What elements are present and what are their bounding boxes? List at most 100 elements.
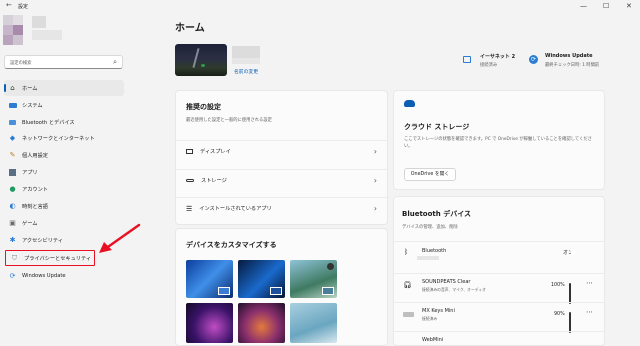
window-title: 設定 bbox=[18, 4, 29, 10]
privacy-shield-icon: ⛉ bbox=[11, 253, 18, 262]
title-bar: ← 設定 — ☐ ✕ bbox=[0, 0, 640, 14]
recommended-item-storage[interactable]: ストレージ › bbox=[176, 169, 387, 191]
device-name: WebMini bbox=[422, 337, 444, 343]
device-model-blurred bbox=[232, 58, 260, 64]
recommended-item-installed-apps[interactable]: ☰ インストールされているアプリ › bbox=[176, 197, 387, 219]
chevron-right-icon: › bbox=[373, 204, 377, 213]
device-name-blurred bbox=[232, 46, 260, 58]
more-options-icon[interactable]: ⋯ bbox=[586, 308, 593, 316]
rename-link[interactable]: 名前の変更 bbox=[234, 68, 258, 75]
sidebar-item-personalization[interactable]: ✎ 個人用設定 bbox=[4, 147, 124, 163]
device-status: 接続済みの音声、マイク、オーディオ bbox=[422, 287, 486, 292]
windows-update-status: 最終チェック日時: 1 時間前 bbox=[545, 63, 600, 68]
sidebar-item-label: アカウント bbox=[22, 186, 48, 193]
sidebar-item-label: ネットワークとインターネット bbox=[22, 135, 95, 142]
storage-icon bbox=[186, 179, 194, 182]
ethernet-status: 接続済み bbox=[480, 63, 498, 68]
bluetooth-subtitle: デバイスの管理、追加、削除 bbox=[402, 225, 458, 230]
bluetooth-name-blurred bbox=[417, 256, 439, 260]
sidebar-item-label: Bluetooth とデバイス bbox=[22, 119, 75, 126]
user-name-blurred bbox=[32, 16, 46, 28]
sidebar-item-label: 個人用設定 bbox=[22, 152, 48, 159]
sidebar-item-label: ホーム bbox=[22, 85, 38, 92]
bluetooth-devices-icon bbox=[8, 118, 17, 127]
bluetooth-devices-card: Bluetooth デバイス デバイスの管理、追加、削除 ᛒ Bluetooth… bbox=[393, 196, 605, 346]
red-arrow-annotation bbox=[99, 223, 141, 253]
sidebar-item-privacy[interactable]: ⛉ プライバシーとセキュリティ bbox=[5, 250, 95, 266]
recommended-item-display[interactable]: ディスプレイ › bbox=[176, 140, 387, 162]
bluetooth-title: Bluetooth デバイス bbox=[402, 210, 471, 218]
sidebar-item-home[interactable]: ⌂ ホーム bbox=[4, 80, 124, 96]
sidebar-item-network[interactable]: ◆ ネットワークとインターネット bbox=[4, 130, 124, 146]
sidebar-item-system[interactable]: システム bbox=[4, 97, 124, 113]
time-language-icon: ◐ bbox=[9, 202, 16, 210]
device-name: MX Keys Mini bbox=[422, 308, 455, 314]
search-box[interactable]: 設定の検索 ⌕ bbox=[4, 55, 123, 69]
back-arrow-icon[interactable]: ← bbox=[6, 1, 12, 9]
display-icon bbox=[186, 149, 193, 154]
windows-update-title: Windows Update bbox=[545, 53, 593, 59]
device-battery: 90% bbox=[554, 312, 565, 317]
sidebar-item-label: プライバシーとセキュリティ bbox=[24, 255, 92, 262]
ethernet-title: イーサネット 2 bbox=[480, 54, 516, 60]
headphones-icon: 🎧︎ bbox=[403, 281, 412, 289]
keyboard-icon bbox=[403, 312, 414, 317]
system-icon bbox=[8, 101, 17, 110]
bluetooth-device-row[interactable]: MX Keys Mini 接続済み 90% ⋯ bbox=[394, 302, 604, 333]
installed-apps-icon: ☰ bbox=[186, 204, 193, 213]
device-name: SOUNDPEATS Clear bbox=[422, 279, 471, 285]
cloud-title: クラウド ストレージ bbox=[404, 123, 470, 131]
sidebar-item-label: Windows Update bbox=[22, 273, 66, 279]
cloud-description: ここでストレージの状態を確認できます。PC で OneDrive が稼働している… bbox=[404, 137, 592, 149]
sidebar-item-label: システム bbox=[22, 102, 43, 109]
gaming-icon: ▣ bbox=[9, 219, 16, 227]
accounts-icon: ● bbox=[9, 185, 16, 193]
recommended-subtitle: 最近使用した設定と一般的に使用される設定 bbox=[186, 118, 272, 123]
sidebar-item-bluetooth[interactable]: Bluetooth とデバイス bbox=[4, 114, 124, 130]
sidebar-item-accounts[interactable]: ● アカウント bbox=[4, 181, 124, 197]
battery-icon bbox=[569, 312, 571, 333]
customize-card: デバイスをカスタマイズする bbox=[175, 228, 388, 346]
theme-thumbnail-6[interactable] bbox=[290, 303, 337, 343]
minimize-icon[interactable]: — bbox=[580, 2, 587, 10]
search-placeholder: 設定の検索 bbox=[10, 61, 32, 66]
recommended-item-label: ストレージ bbox=[201, 178, 227, 184]
theme-thumbnail-1[interactable] bbox=[186, 260, 233, 298]
battery-icon bbox=[569, 283, 571, 304]
theme-thumbnail-5[interactable] bbox=[238, 303, 285, 343]
accessibility-icon: ✱ bbox=[9, 236, 16, 244]
theme-thumbnail-3[interactable] bbox=[290, 260, 337, 298]
apps-icon bbox=[8, 168, 17, 177]
sidebar-item-label: 時刻と言語 bbox=[22, 203, 48, 210]
search-icon[interactable]: ⌕ bbox=[113, 58, 117, 67]
close-icon[interactable]: ✕ bbox=[626, 2, 632, 10]
home-icon: ⌂ bbox=[10, 84, 15, 92]
desktop-wallpaper-thumbnail bbox=[175, 44, 227, 76]
device-battery: 100% bbox=[551, 283, 565, 288]
ethernet-icon bbox=[463, 56, 471, 63]
bluetooth-device-row[interactable]: 🎧︎ SOUNDPEATS Clear 接続済みの音声、マイク、オーディオ 10… bbox=[394, 273, 604, 304]
selected-indicator bbox=[4, 84, 6, 92]
maximize-icon[interactable]: ☐ bbox=[603, 2, 609, 10]
sidebar-item-label: ゲーム bbox=[22, 220, 38, 227]
personalization-icon: ✎ bbox=[9, 151, 16, 159]
page-title: ホーム bbox=[175, 23, 205, 34]
recommended-title: 推奨の設定 bbox=[186, 103, 221, 111]
open-onedrive-button[interactable]: OneDrive を開く bbox=[404, 168, 456, 181]
cloud-icon bbox=[404, 100, 415, 107]
sidebar-item-label: アクセシビリティ bbox=[22, 237, 63, 244]
bluetooth-toggle-label: Bluetooth bbox=[422, 248, 447, 254]
theme-thumbnail-2[interactable] bbox=[238, 260, 285, 298]
recommended-settings-card: 推奨の設定 最近使用した設定と一般的に使用される設定 ディスプレイ › ストレー… bbox=[175, 90, 388, 225]
device-status: 接続済み bbox=[422, 316, 438, 321]
sidebar-item-apps[interactable]: アプリ bbox=[4, 164, 124, 180]
sidebar-item-label: アプリ bbox=[22, 169, 38, 176]
bluetooth-icon: ᛒ bbox=[404, 248, 409, 256]
customize-title: デバイスをカスタマイズする bbox=[186, 241, 277, 249]
more-options-icon[interactable]: ⋯ bbox=[586, 279, 593, 287]
sidebar-item-time-language[interactable]: ◐ 時刻と言語 bbox=[4, 198, 124, 214]
user-email-blurred bbox=[32, 30, 62, 40]
theme-thumbnail-4[interactable] bbox=[186, 303, 233, 343]
sidebar-item-windows-update[interactable]: ⟳ Windows Update bbox=[4, 268, 124, 284]
windows-update-icon: ⟳ bbox=[9, 272, 16, 280]
